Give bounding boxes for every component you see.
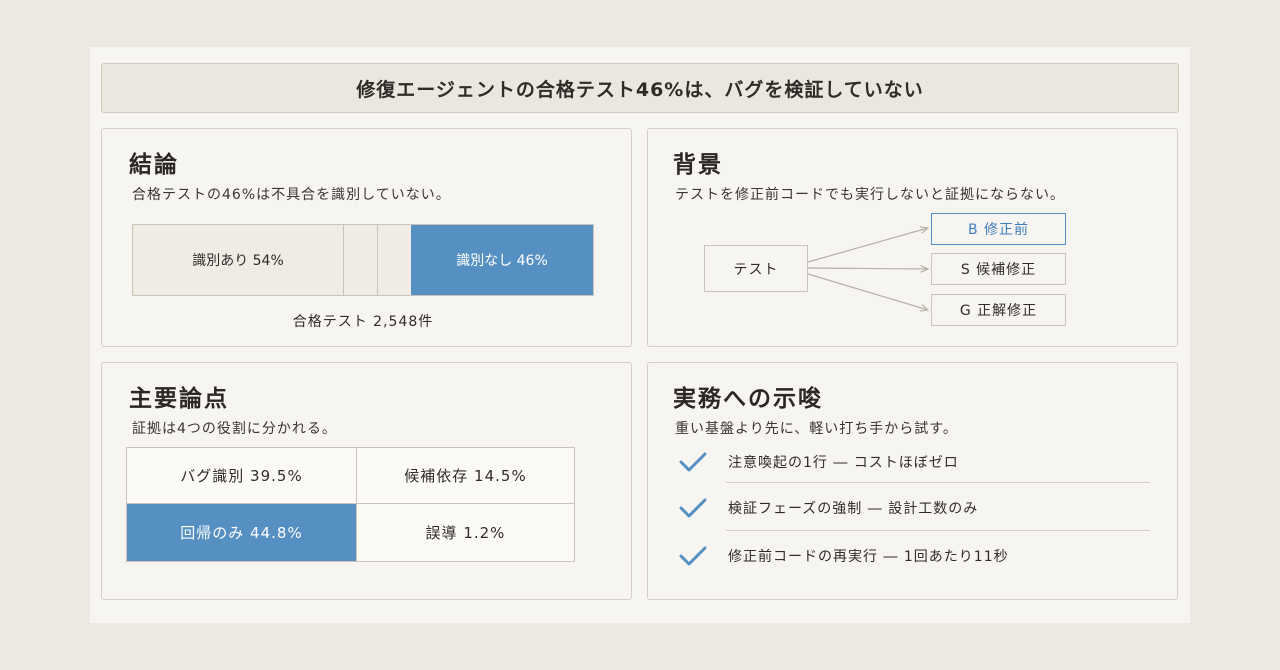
implication-label: 検証フェーズの強制 ― 設計工数のみ: [728, 501, 979, 517]
implication-item: 検証フェーズの強制 ― 設計工数のみ: [678, 485, 1150, 531]
key-points-heading: 主要論点: [129, 386, 229, 412]
background-panel: 背景 テストを修正前コードでも実行しないと証拠にならない。 テスト B 修正前 …: [647, 128, 1178, 347]
role-cell-candidate-dependent: 候補依存 14.5%: [356, 448, 574, 503]
divider: [726, 530, 1150, 531]
checkmark-icon: [679, 452, 707, 472]
implication-label: 注意喚起の1行 ― コストほぼゼロ: [728, 455, 959, 471]
identified-label: 識別あり 54%: [192, 253, 284, 269]
flow-arrows: [807, 129, 1179, 348]
evidence-role-grid: バグ識別 39.5% 候補依存 14.5% 回帰のみ 44.8% 誤導 1.2%: [126, 447, 575, 562]
not-identified-label: 識別なし 46%: [456, 253, 548, 269]
bar-divider: [377, 225, 411, 295]
arrow-to-candidate-fix: [807, 268, 928, 269]
divider: [726, 482, 1150, 483]
checkmark-icon: [679, 546, 707, 566]
not-identified-segment: 識別なし 46%: [411, 225, 593, 295]
implication-label: 修正前コードの再実行 ― 1回あたり11秒: [728, 549, 1009, 565]
slide-title: 修復エージェントの合格テスト46%は、バグを検証していない: [101, 63, 1179, 113]
identification-bar: 識別あり 54% 識別なし 46%: [132, 224, 594, 296]
bar-caption: 合格テスト 2,548件: [292, 314, 434, 330]
role-cell-bug-identification: バグ識別 39.5%: [127, 448, 356, 503]
key-points-panel: 主要論点 証拠は4つの役割に分かれる。 バグ識別 39.5% 候補依存 14.5…: [101, 362, 632, 600]
role-cell-regression-only: 回帰のみ 44.8%: [127, 503, 356, 561]
bar-divider: [343, 225, 377, 295]
gold-fix-node: G 正解修正: [931, 294, 1066, 326]
checkmark-icon: [679, 498, 707, 518]
role-cell-misleading: 誤導 1.2%: [356, 503, 574, 561]
candidate-fix-node: S 候補修正: [931, 253, 1066, 285]
conclusion-subtitle: 合格テストの46%は不具合を識別していない。: [132, 187, 451, 203]
implications-heading: 実務への示唆: [673, 386, 823, 412]
arrow-to-gold-fix: [807, 273, 928, 310]
before-fix-node: B 修正前: [931, 213, 1066, 245]
implication-item: 注意喚起の1行 ― コストほぼゼロ: [678, 439, 1150, 485]
arrow-to-before-fix: [807, 228, 928, 263]
implications-panel: 実務への示唆 重い基盤より先に、軽い打ち手から試す。 注意喚起の1行 ― コスト…: [647, 362, 1178, 600]
identified-segment: 識別あり 54%: [133, 225, 343, 295]
test-node: テスト: [704, 245, 808, 292]
conclusion-heading: 結論: [129, 152, 179, 178]
implication-item: 修正前コードの再実行 ― 1回あたり11秒: [678, 533, 1150, 579]
conclusion-panel: 結論 合格テストの46%は不具合を識別していない。 識別あり 54% 識別なし …: [101, 128, 632, 347]
key-points-subtitle: 証拠は4つの役割に分かれる。: [132, 421, 337, 437]
implications-subtitle: 重い基盤より先に、軽い打ち手から試す。: [675, 421, 958, 437]
